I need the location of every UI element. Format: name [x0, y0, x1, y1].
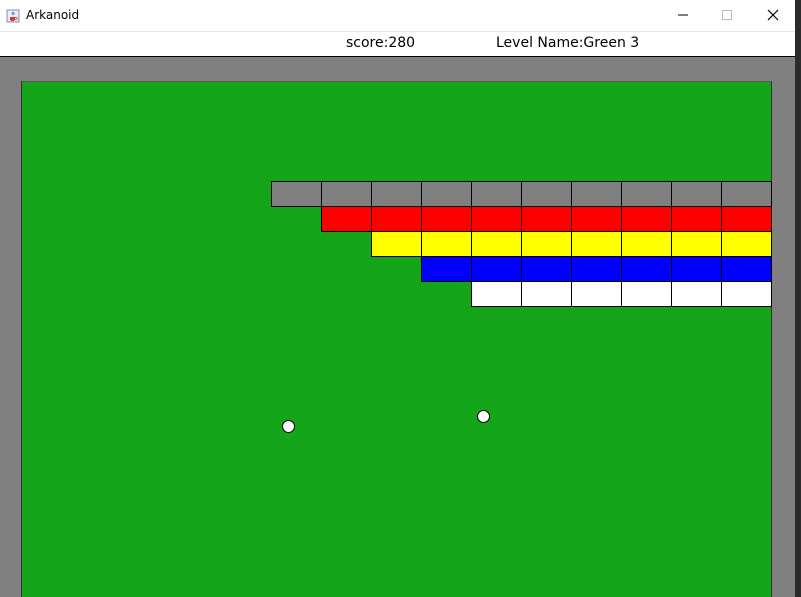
brick: [471, 231, 522, 257]
brick: [571, 231, 622, 257]
right-wall: [771, 81, 795, 597]
brick: [371, 206, 422, 232]
left-wall: [0, 81, 22, 597]
play-field: [22, 82, 772, 597]
maximize-icon: [721, 6, 733, 25]
brick: [671, 281, 722, 307]
brick: [721, 181, 772, 207]
brick: [371, 181, 422, 207]
background-window-edge: [795, 0, 801, 597]
brick: [671, 181, 722, 207]
brick: [271, 181, 322, 207]
ball: [282, 420, 295, 433]
brick: [421, 256, 472, 282]
brick: [721, 281, 772, 307]
brick: [321, 206, 372, 232]
game-window: Arkanoid score:280 Level Name:Green 3: [0, 0, 795, 597]
brick: [721, 231, 772, 257]
brick: [321, 181, 372, 207]
brick: [471, 281, 522, 307]
brick: [571, 256, 622, 282]
brick: [621, 256, 672, 282]
brick: [521, 181, 572, 207]
brick: [471, 181, 522, 207]
minimize-button[interactable]: [660, 0, 706, 30]
brick: [621, 206, 672, 232]
brick: [621, 281, 672, 307]
brick: [471, 256, 522, 282]
brick: [521, 281, 572, 307]
game-board[interactable]: [0, 57, 795, 597]
brick: [421, 206, 472, 232]
brick: [721, 256, 772, 282]
brick: [621, 181, 672, 207]
maximize-button[interactable]: [704, 0, 750, 30]
brick: [571, 181, 622, 207]
level-name-label: Level Name:Green 3: [496, 35, 640, 51]
score-label: score:280: [346, 35, 416, 51]
brick: [571, 206, 622, 232]
title-bar[interactable]: Arkanoid: [0, 0, 795, 32]
brick: [371, 231, 422, 257]
brick: [671, 206, 722, 232]
brick: [421, 181, 472, 207]
score-bar: score:280 Level Name:Green 3: [0, 32, 795, 57]
brick: [721, 206, 772, 232]
minimize-icon: [677, 6, 689, 25]
brick: [521, 231, 572, 257]
brick: [571, 281, 622, 307]
brick: [471, 206, 522, 232]
window-title: Arkanoid: [26, 8, 80, 22]
close-button[interactable]: [750, 0, 795, 30]
brick: [521, 206, 572, 232]
brick: [671, 256, 722, 282]
ball: [477, 410, 490, 423]
top-wall: [0, 57, 795, 82]
brick: [621, 231, 672, 257]
brick: [671, 231, 722, 257]
brick: [421, 231, 472, 257]
close-icon: [767, 6, 779, 25]
java-cup-icon: [6, 8, 20, 23]
brick: [521, 256, 572, 282]
